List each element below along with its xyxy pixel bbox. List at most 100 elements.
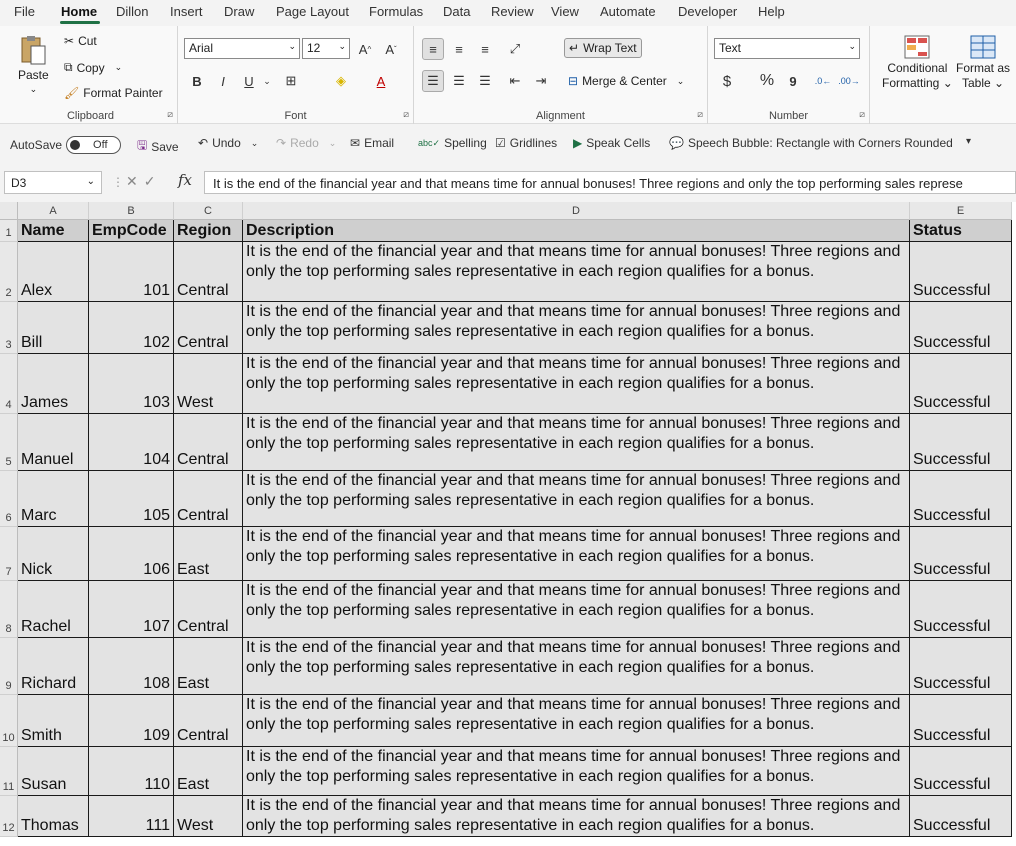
table-cell[interactable]: Successful xyxy=(910,302,1012,354)
toggle-switch[interactable]: Off xyxy=(66,136,122,154)
row-header[interactable]: 7 xyxy=(0,527,18,581)
table-cell[interactable]: West xyxy=(174,796,243,837)
speak-cells-button[interactable]: ▶ Speak Cells xyxy=(573,136,650,150)
menu-draw[interactable]: Draw xyxy=(224,4,254,19)
table-cell[interactable]: Successful xyxy=(910,414,1012,471)
format-painter-button[interactable]: 🖌 Format Painter xyxy=(64,86,163,100)
align-center-icon[interactable]: ☰ xyxy=(448,70,470,92)
menu-view[interactable]: View xyxy=(551,4,579,19)
column-header[interactable]: A xyxy=(18,202,89,220)
column-header[interactable]: D xyxy=(243,202,910,220)
table-cell[interactable]: Marc xyxy=(18,471,89,527)
name-box[interactable]: D3 ⌄ xyxy=(4,171,102,194)
column-header[interactable]: E xyxy=(910,202,1012,220)
increase-decimal-icon[interactable]: .0← xyxy=(812,70,834,92)
table-cell[interactable]: Susan xyxy=(18,747,89,796)
table-cell[interactable]: Central xyxy=(174,581,243,638)
paste-button[interactable]: Paste ⌄ xyxy=(18,34,49,95)
row-header[interactable]: 9 xyxy=(0,638,18,695)
table-cell[interactable]: Successful xyxy=(910,242,1012,302)
table-cell[interactable]: Successful xyxy=(910,471,1012,527)
table-cell[interactable]: It is the end of the financial year and … xyxy=(243,302,910,354)
orientation-icon[interactable]: ⤢ xyxy=(504,38,526,60)
table-cell[interactable]: 106 xyxy=(89,527,174,581)
table-cell[interactable]: It is the end of the financial year and … xyxy=(243,471,910,527)
table-cell[interactable]: Alex xyxy=(18,242,89,302)
table-cell[interactable]: 103 xyxy=(89,354,174,414)
menu-page-layout[interactable]: Page Layout xyxy=(276,4,349,19)
customize-qat-icon[interactable]: ▾ xyxy=(966,136,971,147)
menu-insert[interactable]: Insert xyxy=(170,4,203,19)
row-header[interactable]: 12 xyxy=(0,796,18,837)
table-cell[interactable]: Nick xyxy=(18,527,89,581)
table-cell[interactable]: West xyxy=(174,354,243,414)
decrease-indent-icon[interactable]: ⇤ xyxy=(504,70,526,92)
menu-review[interactable]: Review xyxy=(491,4,534,19)
table-cell[interactable]: It is the end of the financial year and … xyxy=(243,638,910,695)
table-cell[interactable]: Richard xyxy=(18,638,89,695)
menu-formulas[interactable]: Formulas xyxy=(369,4,423,19)
table-cell[interactable]: Successful xyxy=(910,747,1012,796)
header-cell[interactable]: Region xyxy=(174,220,243,242)
table-cell[interactable]: East xyxy=(174,638,243,695)
cut-button[interactable]: ✂ Cut xyxy=(64,34,97,48)
table-cell[interactable]: Successful xyxy=(910,581,1012,638)
number-format-select[interactable]: Text ⌄ xyxy=(714,38,860,59)
table-cell[interactable]: It is the end of the financial year and … xyxy=(243,581,910,638)
dialog-launcher-icon[interactable]: ⧄ xyxy=(167,109,173,120)
table-cell[interactable]: 109 xyxy=(89,695,174,747)
gridlines-checkbox[interactable]: ☑ Gridlines xyxy=(495,136,557,150)
table-cell[interactable]: Central xyxy=(174,695,243,747)
decrease-font-icon[interactable]: Aˇ xyxy=(380,38,402,60)
row-header[interactable]: 11 xyxy=(0,747,18,796)
row-header[interactable]: 10 xyxy=(0,695,18,747)
table-cell[interactable]: East xyxy=(174,527,243,581)
table-cell[interactable]: 105 xyxy=(89,471,174,527)
table-cell[interactable]: East xyxy=(174,747,243,796)
table-cell[interactable]: Successful xyxy=(910,354,1012,414)
percent-button[interactable]: % xyxy=(756,70,778,92)
row-header[interactable]: 1 xyxy=(0,220,18,242)
column-header[interactable]: B xyxy=(89,202,174,220)
select-all-corner[interactable] xyxy=(0,202,18,220)
save-button[interactable]: 🖫 Save xyxy=(137,136,179,157)
table-cell[interactable]: Successful xyxy=(910,638,1012,695)
speech-bubble-button[interactable]: 💬 Speech Bubble: Rectangle with Corners R… xyxy=(669,136,953,150)
table-cell[interactable]: It is the end of the financial year and … xyxy=(243,354,910,414)
spelling-button[interactable]: abc✓ Spelling xyxy=(418,136,487,150)
table-cell[interactable]: Smith xyxy=(18,695,89,747)
wrap-text-button[interactable]: ↵ Wrap Text xyxy=(564,38,642,58)
table-cell[interactable]: It is the end of the financial year and … xyxy=(243,527,910,581)
table-cell[interactable]: 104 xyxy=(89,414,174,471)
fill-color-icon[interactable]: ◈ xyxy=(330,70,352,92)
align-top-icon[interactable]: ≡ xyxy=(422,38,444,60)
table-cell[interactable]: Rachel xyxy=(18,581,89,638)
table-cell[interactable]: It is the end of the financial year and … xyxy=(243,796,910,837)
italic-button[interactable]: I xyxy=(212,70,234,92)
table-cell[interactable]: 101 xyxy=(89,242,174,302)
table-cell[interactable]: 102 xyxy=(89,302,174,354)
menu-automate[interactable]: Automate xyxy=(600,4,656,19)
menu-developer[interactable]: Developer xyxy=(678,4,737,19)
comma-button[interactable]: 9 xyxy=(782,70,804,92)
table-cell[interactable]: It is the end of the financial year and … xyxy=(243,747,910,796)
currency-button[interactable]: $ xyxy=(716,70,738,92)
table-cell[interactable]: 107 xyxy=(89,581,174,638)
table-cell[interactable]: James xyxy=(18,354,89,414)
row-header[interactable]: 8 xyxy=(0,581,18,638)
header-cell[interactable]: Name xyxy=(18,220,89,242)
table-cell[interactable]: 110 xyxy=(89,747,174,796)
menu-data[interactable]: Data xyxy=(443,4,470,19)
chevron-down-icon[interactable]: ⌄ xyxy=(256,70,278,92)
table-cell[interactable]: Successful xyxy=(910,695,1012,747)
table-cell[interactable]: Manuel xyxy=(18,414,89,471)
header-cell[interactable]: Description xyxy=(243,220,910,242)
row-header[interactable]: 4 xyxy=(0,354,18,414)
dialog-launcher-icon[interactable]: ⧄ xyxy=(859,109,865,120)
bold-button[interactable]: B xyxy=(186,70,208,92)
undo-button[interactable]: ↶ Undo ⌄ xyxy=(198,136,258,150)
format-as-table-button[interactable]: Format as Table ⌄ xyxy=(956,34,1010,90)
table-cell[interactable]: 108 xyxy=(89,638,174,695)
font-name-select[interactable]: Arial ⌄ xyxy=(184,38,300,59)
table-cell[interactable]: 111 xyxy=(89,796,174,837)
